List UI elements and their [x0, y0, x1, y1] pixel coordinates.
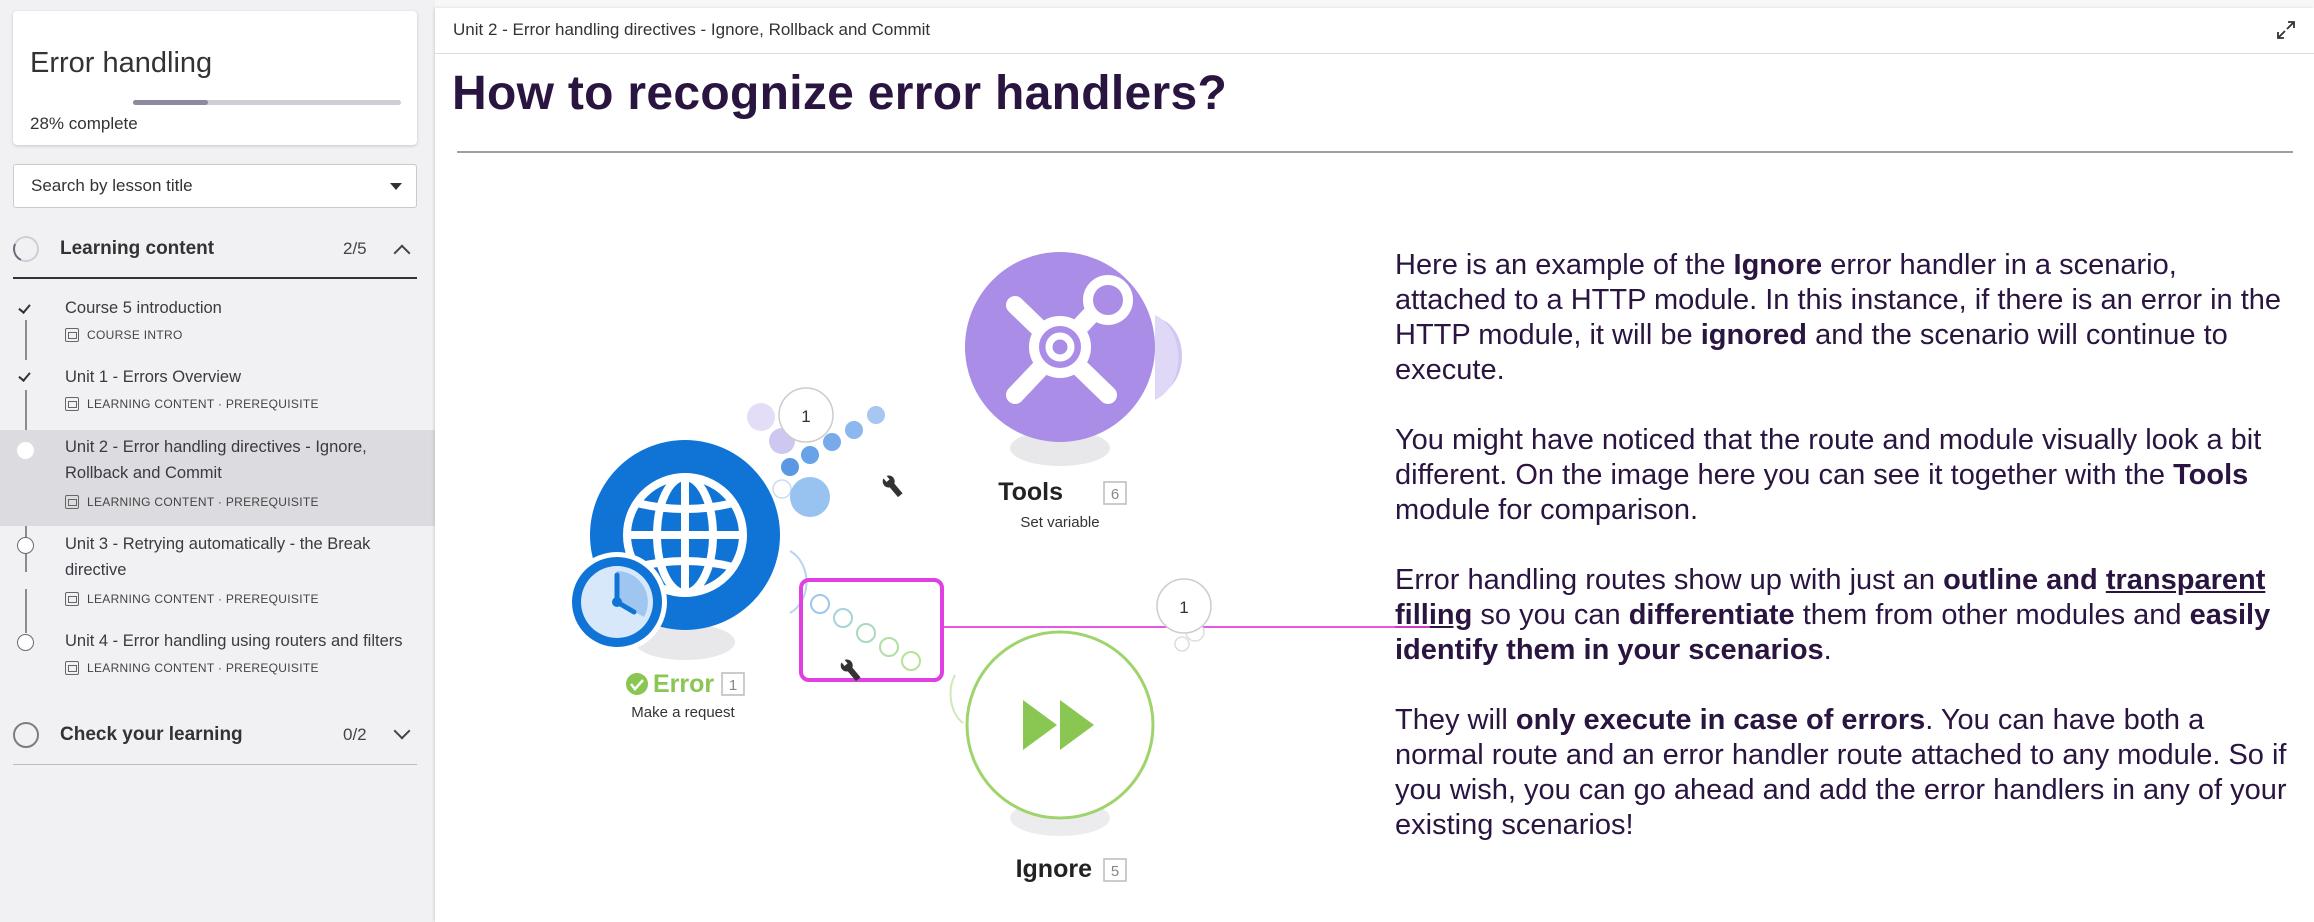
lesson-item[interactable]: Unit 4 - Error handling using routers an…	[0, 626, 435, 692]
body-paragraph: You might have noticed that the route an…	[1395, 423, 2295, 528]
ignore-module-name: Ignore	[1016, 855, 1092, 883]
section-label: Check your learning	[60, 724, 243, 745]
lesson-item[interactable]: Unit 3 - Retrying automatically - the Br…	[0, 526, 435, 622]
lesson-meta-text: COURSE INTRO	[87, 328, 183, 342]
slides-icon	[65, 661, 79, 675]
section-divider	[13, 277, 417, 279]
body-text-run: them from other modules and	[1794, 599, 2190, 631]
section-progress-icon	[9, 232, 43, 266]
expand-icon[interactable]	[2276, 20, 2296, 40]
caret-down-icon	[390, 183, 402, 190]
emphasis-text: Tools	[2173, 459, 2249, 491]
scenario-diagram-svg: 1 Tools 6 Set variable Error 1 Make a re…	[567, 252, 1640, 883]
progress-percent: 28%	[30, 114, 65, 133]
body-text-run: Here is an example of the	[1395, 249, 1734, 281]
lesson-meta-text: LEARNING CONTENT · PREREQUISITE	[87, 592, 319, 606]
course-card: Error handling 28% complete	[13, 11, 417, 145]
body-text-run: You might have noticed that the route an…	[1395, 424, 2262, 491]
progress-suffix: complete	[64, 114, 138, 133]
checkmark-icon	[17, 300, 34, 317]
sidebar: Error handling 28% complete Search by le…	[0, 0, 435, 922]
tools-module-id: 6	[1111, 486, 1119, 503]
section-check-your-learning[interactable]: Check your learning 0/2	[0, 709, 435, 759]
http-module: Error 1 Make a request	[567, 440, 808, 721]
http-module-subtitle: Make a request	[631, 704, 735, 721]
lesson-meta: LEARNING CONTENT · PREREQUISITE	[65, 661, 319, 675]
lesson-item[interactable]: Unit 1 - Errors Overview LEARNING CONTEN…	[0, 360, 435, 426]
body-text-run	[2098, 564, 2106, 596]
lesson-title-line-2: Rollback and Commit	[65, 464, 222, 482]
title-divider	[457, 151, 2293, 153]
ignore-route-count: 1	[1156, 578, 1212, 652]
chevron-down-icon[interactable]	[393, 722, 411, 740]
lesson-search-select[interactable]: Search by lesson title	[13, 164, 417, 208]
svg-text:1: 1	[801, 407, 810, 426]
section-progress-icon	[13, 722, 39, 748]
body-paragraph: They will only execute in case of errors…	[1395, 703, 2295, 843]
emphasis-text: differentiate	[1628, 599, 1795, 631]
lesson-search-placeholder: Search by lesson title	[31, 176, 193, 195]
lesson-title: Course 5 introduction	[65, 299, 222, 317]
body-text-run: so you can	[1472, 599, 1629, 631]
lesson-meta-text: LEARNING CONTENT · PREREQUISITE	[87, 661, 319, 675]
http-module-name: Error	[653, 670, 714, 698]
lesson-title-line-1: Unit 3 - Retrying automatically - the Br…	[65, 535, 371, 553]
lesson-meta: LEARNING CONTENT · PREREQUISITE	[65, 495, 319, 509]
tools-module: Tools 6 Set variable	[965, 252, 1183, 531]
scenario-diagram: 1 Tools 6 Set variable Error 1 Make a re…	[530, 235, 1640, 900]
tools-module-name: Tools	[998, 478, 1063, 506]
lesson-meta-text: LEARNING CONTENT · PREREQUISITE	[87, 397, 319, 411]
ignore-module-id: 5	[1111, 863, 1119, 880]
section-label: Learning content	[60, 238, 215, 259]
body-paragraph: Error handling routes show up with just …	[1395, 563, 2295, 668]
lesson-meta: LEARNING CONTENT · PREREQUISITE	[65, 397, 319, 411]
body-paragraph: Here is an example of the Ignore error h…	[1395, 248, 2295, 388]
document-icon	[65, 328, 79, 342]
progress-text: 28% complete	[30, 114, 138, 134]
breadcrumb: Unit 2 - Error handling directives - Ign…	[453, 20, 931, 39]
wrench-icon	[882, 474, 903, 498]
body-text-run: .	[1823, 634, 1832, 666]
section-learning-content[interactable]: Learning content 2/5	[0, 223, 435, 273]
lesson-meta: LEARNING CONTENT · PREREQUISITE	[65, 592, 319, 606]
lesson-body-text: Here is an example of the Ignore error h…	[1395, 248, 2295, 878]
body-text-run: module for comparison.	[1395, 494, 1699, 526]
emphasis-text: outline and	[1943, 564, 2098, 596]
emphasis-text: Ignore	[1733, 249, 1823, 281]
checkmark-icon	[17, 368, 34, 385]
emphasis-text: only execute in case of errors	[1515, 704, 1926, 736]
lesson-item[interactable]: Course 5 introduction COURSE INTRO	[0, 292, 435, 356]
body-text-run: Error handling routes show up with just …	[1395, 564, 1944, 596]
ignore-module: Ignore 5	[949, 630, 1155, 883]
lesson-title-line-1: Unit 2 - Error handling directives - Ign…	[65, 438, 367, 456]
http-module-id: 1	[729, 677, 737, 694]
progress-bar	[133, 100, 401, 105]
lesson-item-active[interactable]: Unit 2 - Error handling directives - Ign…	[0, 430, 435, 526]
lesson-title: Unit 4 - Error handling using routers an…	[65, 632, 403, 650]
tools-route-count: 1	[778, 387, 834, 443]
lesson-meta: COURSE INTRO	[65, 328, 183, 342]
tools-module-subtitle: Set variable	[1020, 514, 1099, 531]
breadcrumb-bar: Unit 2 - Error handling directives - Ign…	[435, 8, 2314, 54]
current-lesson-icon	[17, 442, 34, 459]
lesson-meta-text: LEARNING CONTENT · PREREQUISITE	[87, 495, 319, 509]
incomplete-circle-icon	[17, 634, 34, 651]
lesson-title: Unit 1 - Errors Overview	[65, 368, 242, 386]
emphasis-text: ignored	[1700, 319, 1808, 351]
section-count: 2/5	[343, 239, 367, 258]
slides-icon	[65, 592, 79, 606]
slides-icon	[65, 397, 79, 411]
section-count: 0/2	[343, 725, 367, 744]
incomplete-circle-icon	[17, 537, 34, 554]
section-divider	[13, 764, 417, 765]
chevron-up-icon[interactable]	[393, 244, 411, 262]
course-title: Error handling	[30, 47, 213, 79]
clock-icon	[567, 552, 667, 652]
page-title: How to recognize error handlers?	[452, 67, 1228, 120]
progress-bar-fill	[133, 100, 209, 105]
svg-text:1: 1	[1179, 598, 1188, 617]
slides-icon	[65, 495, 79, 509]
lesson-title-line-2: directive	[65, 561, 127, 579]
